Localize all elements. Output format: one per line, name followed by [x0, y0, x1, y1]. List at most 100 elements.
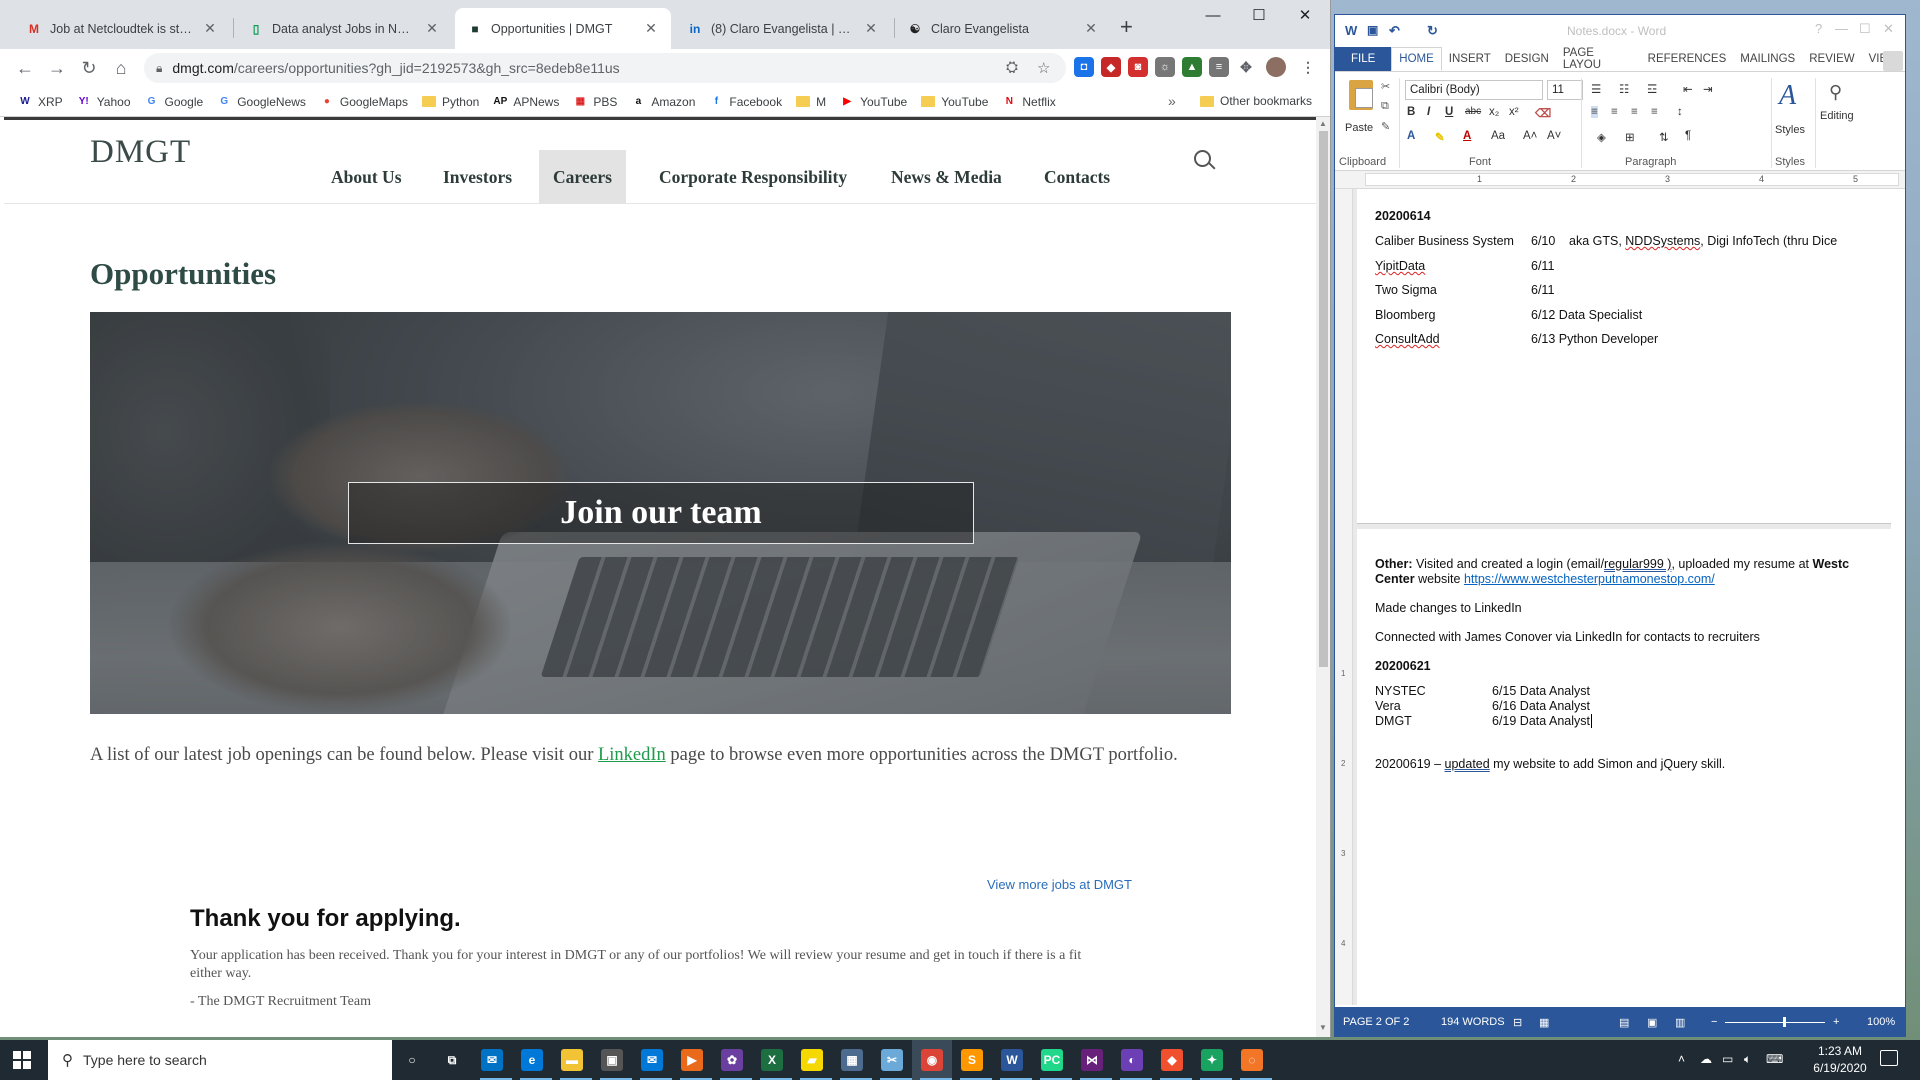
ribbon-tab-file[interactable]: FILE	[1335, 47, 1392, 71]
forward-icon[interactable]: →	[44, 55, 70, 81]
ribbon-tab-references[interactable]: REFERENCES	[1641, 47, 1734, 71]
close-tab-icon[interactable]: ✕	[643, 20, 659, 37]
show-marks-icon[interactable]: ¶	[1685, 130, 1691, 142]
tray-overflow-icon[interactable]: ˄	[1678, 1052, 1685, 1066]
taskbar-app[interactable]: S	[952, 1040, 992, 1080]
copy-icon[interactable]: ⧉	[1381, 100, 1389, 113]
save-icon[interactable]: ▣	[1367, 23, 1378, 37]
taskbar-app[interactable]: ▣	[592, 1040, 632, 1080]
font-size-select[interactable]: 11	[1547, 80, 1583, 100]
taskbar-search[interactable]: ⚲ Type here to search	[48, 1040, 392, 1080]
zoom-out-button[interactable]: −	[1711, 1016, 1717, 1028]
redo-icon[interactable]: ↻	[1427, 23, 1438, 39]
page-scrollbar[interactable]: ▲ ▼	[1316, 117, 1330, 1037]
clear-formatting-icon[interactable]: ⌫	[1535, 106, 1551, 120]
browser-tab[interactable]: M Job at Netcloudtek is still ava ✕	[14, 8, 230, 49]
bookmark-item[interactable]: G GoogleNews	[217, 95, 306, 109]
bookmark-item[interactable]: YouTube	[921, 95, 988, 109]
system-clock[interactable]: 1:23 AM 6/19/2020	[1800, 1043, 1880, 1077]
bookmark-item[interactable]: f Facebook	[709, 95, 782, 109]
bookmark-item[interactable]: ▦ PBS	[573, 95, 618, 109]
format-painter-icon[interactable]: ✎	[1381, 120, 1390, 133]
word-count[interactable]: 194 WORDS	[1441, 1016, 1505, 1028]
bookmark-item[interactable]: ▶ YouTube	[840, 95, 907, 109]
macro-icon[interactable]: ▦	[1539, 1016, 1549, 1029]
paste-icon[interactable]	[1349, 80, 1373, 110]
justify-icon[interactable]: ≡	[1651, 106, 1658, 118]
proofing-icon[interactable]: ⊟	[1513, 1016, 1522, 1029]
cut-icon[interactable]: ✂	[1381, 80, 1390, 93]
ribbon-tab-design[interactable]: DESIGN	[1498, 47, 1556, 71]
taskbar-app[interactable]: ✉	[632, 1040, 672, 1080]
highlight-icon[interactable]: ✎	[1435, 130, 1445, 144]
editing-button[interactable]: Editing	[1820, 110, 1854, 122]
font-name-select[interactable]: Calibri (Body)	[1405, 80, 1543, 100]
keyboard-icon[interactable]: ⌨	[1766, 1052, 1783, 1066]
vertical-ruler[interactable]: 1 2 3 4	[1335, 189, 1353, 1005]
align-center-icon[interactable]: ≡	[1611, 106, 1618, 118]
westchester-link[interactable]: https://www.westchesterputnamonestop.com…	[1464, 572, 1715, 586]
onedrive-icon[interactable]: ☁	[1700, 1052, 1712, 1066]
word-restore-icon[interactable]: ☐	[1859, 21, 1871, 37]
superscript-button[interactable]: x²	[1509, 106, 1519, 118]
taskbar-app[interactable]: ✦	[1192, 1040, 1232, 1080]
underline-button[interactable]: U	[1445, 106, 1453, 118]
multilevel-list-icon[interactable]: ☲	[1647, 82, 1657, 96]
join-our-team-button[interactable]: Join our team	[348, 482, 974, 544]
minimize-button[interactable]: —	[1190, 0, 1236, 30]
bookmark-item[interactable]: Y! Yahoo	[77, 95, 131, 109]
taskbar-app[interactable]: PC	[1032, 1040, 1072, 1080]
italic-button[interactable]: I	[1427, 106, 1430, 118]
browser-tab[interactable]: in (8) Claro Evangelista | Linked ✕	[675, 8, 891, 49]
text-effects-icon[interactable]: A	[1407, 130, 1415, 142]
taskbar-app[interactable]: ✉	[472, 1040, 512, 1080]
view-more-jobs-link[interactable]: View more jobs at DMGT	[987, 877, 1132, 892]
extension-icon-5[interactable]: ▲	[1182, 57, 1202, 77]
taskbar-app[interactable]: X	[752, 1040, 792, 1080]
nav-investors[interactable]: Investors	[429, 150, 526, 204]
taskbar-app[interactable]: ✂	[872, 1040, 912, 1080]
bookmark-item[interactable]: N Netflix	[1002, 95, 1056, 109]
taskbar-app[interactable]: e	[512, 1040, 552, 1080]
document-scrollbar[interactable]	[1891, 189, 1905, 1005]
taskbar-app[interactable]: ▶	[672, 1040, 712, 1080]
binoculars-icon[interactable]: ⚲	[1829, 82, 1842, 103]
extension-icon-1[interactable]: ◘	[1074, 57, 1094, 77]
back-icon[interactable]: ←	[12, 55, 38, 81]
close-tab-icon[interactable]: ✕	[424, 20, 440, 37]
borders-icon[interactable]: ⊞	[1625, 130, 1635, 144]
close-tab-icon[interactable]: ✕	[1083, 20, 1099, 37]
taskbar-app[interactable]: ◐	[1112, 1040, 1152, 1080]
zoom-level[interactable]: 100%	[1867, 1016, 1895, 1028]
taskbar-app[interactable]: ▦	[832, 1040, 872, 1080]
extension-icon-4[interactable]: ☼	[1155, 57, 1175, 77]
bookmark-star-icon[interactable]: ☆	[1037, 59, 1050, 77]
bookmark-item[interactable]: G Google	[145, 95, 204, 109]
nav-about-us[interactable]: About Us	[317, 150, 416, 204]
read-mode-icon[interactable]: ▤	[1619, 1016, 1629, 1029]
align-right-icon[interactable]: ≡	[1631, 106, 1638, 118]
bookmarks-overflow-button[interactable]: »	[1168, 93, 1176, 109]
ribbon-tab-home[interactable]: HOME	[1391, 47, 1442, 71]
increase-indent-icon[interactable]: ⇥	[1703, 82, 1713, 96]
user-avatar[interactable]	[1883, 51, 1903, 71]
document-area[interactable]: 1 2 3 4 20200614 Caliber Business System…	[1335, 189, 1905, 1005]
network-icon[interactable]: ▭	[1722, 1052, 1733, 1066]
taskbar-app[interactable]: ▰	[792, 1040, 832, 1080]
other-bookmarks[interactable]: Other bookmarks	[1200, 94, 1312, 108]
bold-button[interactable]: B	[1407, 106, 1415, 118]
maximize-button[interactable]: ☐	[1236, 0, 1282, 30]
taskbar-app[interactable]: ◌	[1232, 1040, 1272, 1080]
numbering-icon[interactable]: ☷	[1619, 82, 1629, 96]
decrease-indent-icon[interactable]: ⇤	[1683, 82, 1693, 96]
extensions-puzzle-icon[interactable]: ✥	[1236, 57, 1256, 77]
browser-tab[interactable]: ▯ Data analyst Jobs in New Yor ✕	[236, 8, 452, 49]
subscript-button[interactable]: x₂	[1489, 106, 1499, 118]
document-page-2[interactable]: Other: Visited and created a login (emai…	[1357, 529, 1891, 1005]
extension-icon-6[interactable]: ≡	[1209, 57, 1229, 77]
nav-contacts[interactable]: Contacts	[1030, 150, 1124, 204]
taskbar-app[interactable]: ✿	[712, 1040, 752, 1080]
bookmark-item[interactable]: W XRP	[18, 95, 62, 109]
taskbar-app[interactable]: W	[992, 1040, 1032, 1080]
translate-icon[interactable]: ⛭	[1006, 59, 1018, 76]
